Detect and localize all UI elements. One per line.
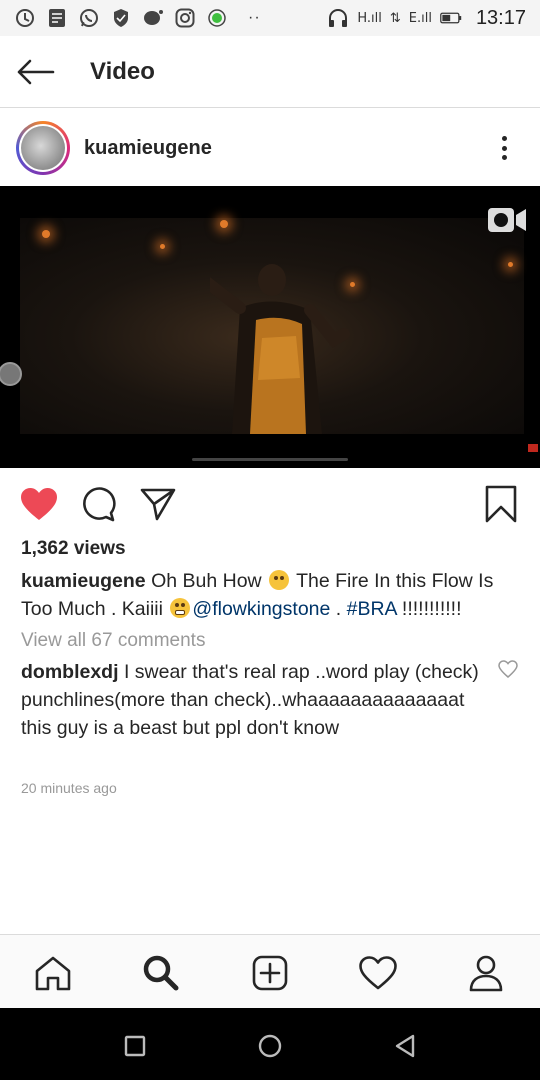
post-caption: kuamieugene Oh Buh How The Fire In this … [21, 567, 521, 623]
home-icon [35, 956, 71, 991]
clock: 13:17 [475, 6, 526, 29]
caption-separator: . [330, 598, 347, 620]
bookmark-icon [485, 485, 517, 523]
post-actions [0, 470, 540, 536]
send-icon [140, 488, 176, 521]
status-bar: ·· H.ıll ⇅ E.ıll 13:17 [0, 0, 540, 36]
back-arrow-icon [17, 59, 55, 84]
caption-username[interactable]: kuamieugene [21, 570, 146, 592]
data-arrows: ⇅ [389, 10, 401, 26]
video-player[interactable] [0, 186, 540, 468]
video-scrub-handle[interactable] [0, 362, 22, 386]
caption-text-end: !!!!!!!!!!! [396, 598, 462, 620]
comment: domblexdj I swear that's real rap ..word… [21, 658, 491, 742]
share-button[interactable] [138, 484, 178, 524]
recents-button[interactable] [121, 1032, 149, 1060]
add-post-icon [252, 955, 288, 991]
nav-activity[interactable] [358, 953, 398, 993]
system-back-button[interactable] [391, 1032, 419, 1060]
page-title: Video [90, 57, 155, 85]
video-frame [20, 218, 524, 434]
caption-mention[interactable]: @flowkingstone [192, 598, 330, 620]
caption-text-1: Oh Buh How [151, 570, 262, 592]
circle-icon [258, 1034, 282, 1058]
view-count[interactable]: 1,362 views [21, 538, 126, 560]
headphones-icon [327, 7, 349, 29]
search-icon [143, 955, 179, 991]
data-saver-icon [14, 7, 36, 29]
caption-hashtag[interactable]: #BRA [347, 598, 397, 620]
grimacing-emoji-icon [170, 598, 191, 618]
battery-icon [440, 7, 462, 29]
system-navigation-bar [0, 1008, 540, 1080]
view-all-comments-link[interactable]: View all 67 comments [21, 630, 205, 652]
top-app-bar: Video [0, 36, 540, 108]
heart-outline-icon [498, 660, 518, 678]
comment-like-button[interactable] [498, 660, 518, 680]
heart-outline-icon [359, 956, 397, 990]
comment-button[interactable] [78, 484, 118, 524]
video-light [42, 230, 50, 238]
more-options-button[interactable] [488, 132, 520, 164]
post-timestamp: 20 minutes ago [21, 780, 117, 796]
post-header: kuamieugene [0, 110, 540, 186]
back-button[interactable] [0, 36, 70, 108]
circle-app-icon [206, 7, 228, 29]
status-more-dots: ·· [248, 9, 261, 26]
nav-profile[interactable] [466, 953, 506, 993]
bottom-navigation [0, 934, 540, 1008]
avatar[interactable] [16, 121, 70, 175]
comment-icon [83, 487, 116, 522]
shield-icon [110, 7, 132, 29]
video-light [220, 220, 228, 228]
video-indicator [528, 444, 538, 452]
square-icon [124, 1035, 146, 1057]
profile-icon [469, 955, 503, 992]
video-light [160, 244, 165, 249]
notes-icon [46, 7, 68, 29]
like-button[interactable] [19, 484, 59, 524]
heart-filled-icon [21, 488, 57, 520]
signal-strength-2: E.ıll [408, 10, 432, 26]
nav-home[interactable] [33, 953, 73, 993]
flushed-emoji-icon [269, 570, 290, 590]
avatar-image [21, 126, 65, 170]
home-button[interactable] [256, 1032, 284, 1060]
performer-figure [210, 264, 350, 434]
video-camera-icon [488, 208, 526, 232]
video-light [508, 262, 513, 267]
post-username[interactable]: kuamieugene [84, 137, 212, 160]
instagram-icon [174, 7, 196, 29]
whatsapp-icon [78, 7, 100, 29]
comment-username[interactable]: domblexdj [21, 661, 119, 683]
triangle-back-icon [395, 1034, 415, 1058]
signal-strength-1: H.ıll [357, 10, 382, 26]
video-progress-bar[interactable] [192, 458, 348, 461]
nav-new-post[interactable] [250, 953, 290, 993]
nav-search[interactable] [141, 953, 181, 993]
save-button[interactable] [481, 484, 521, 524]
video-light [350, 282, 355, 287]
chat-icon [142, 7, 164, 29]
